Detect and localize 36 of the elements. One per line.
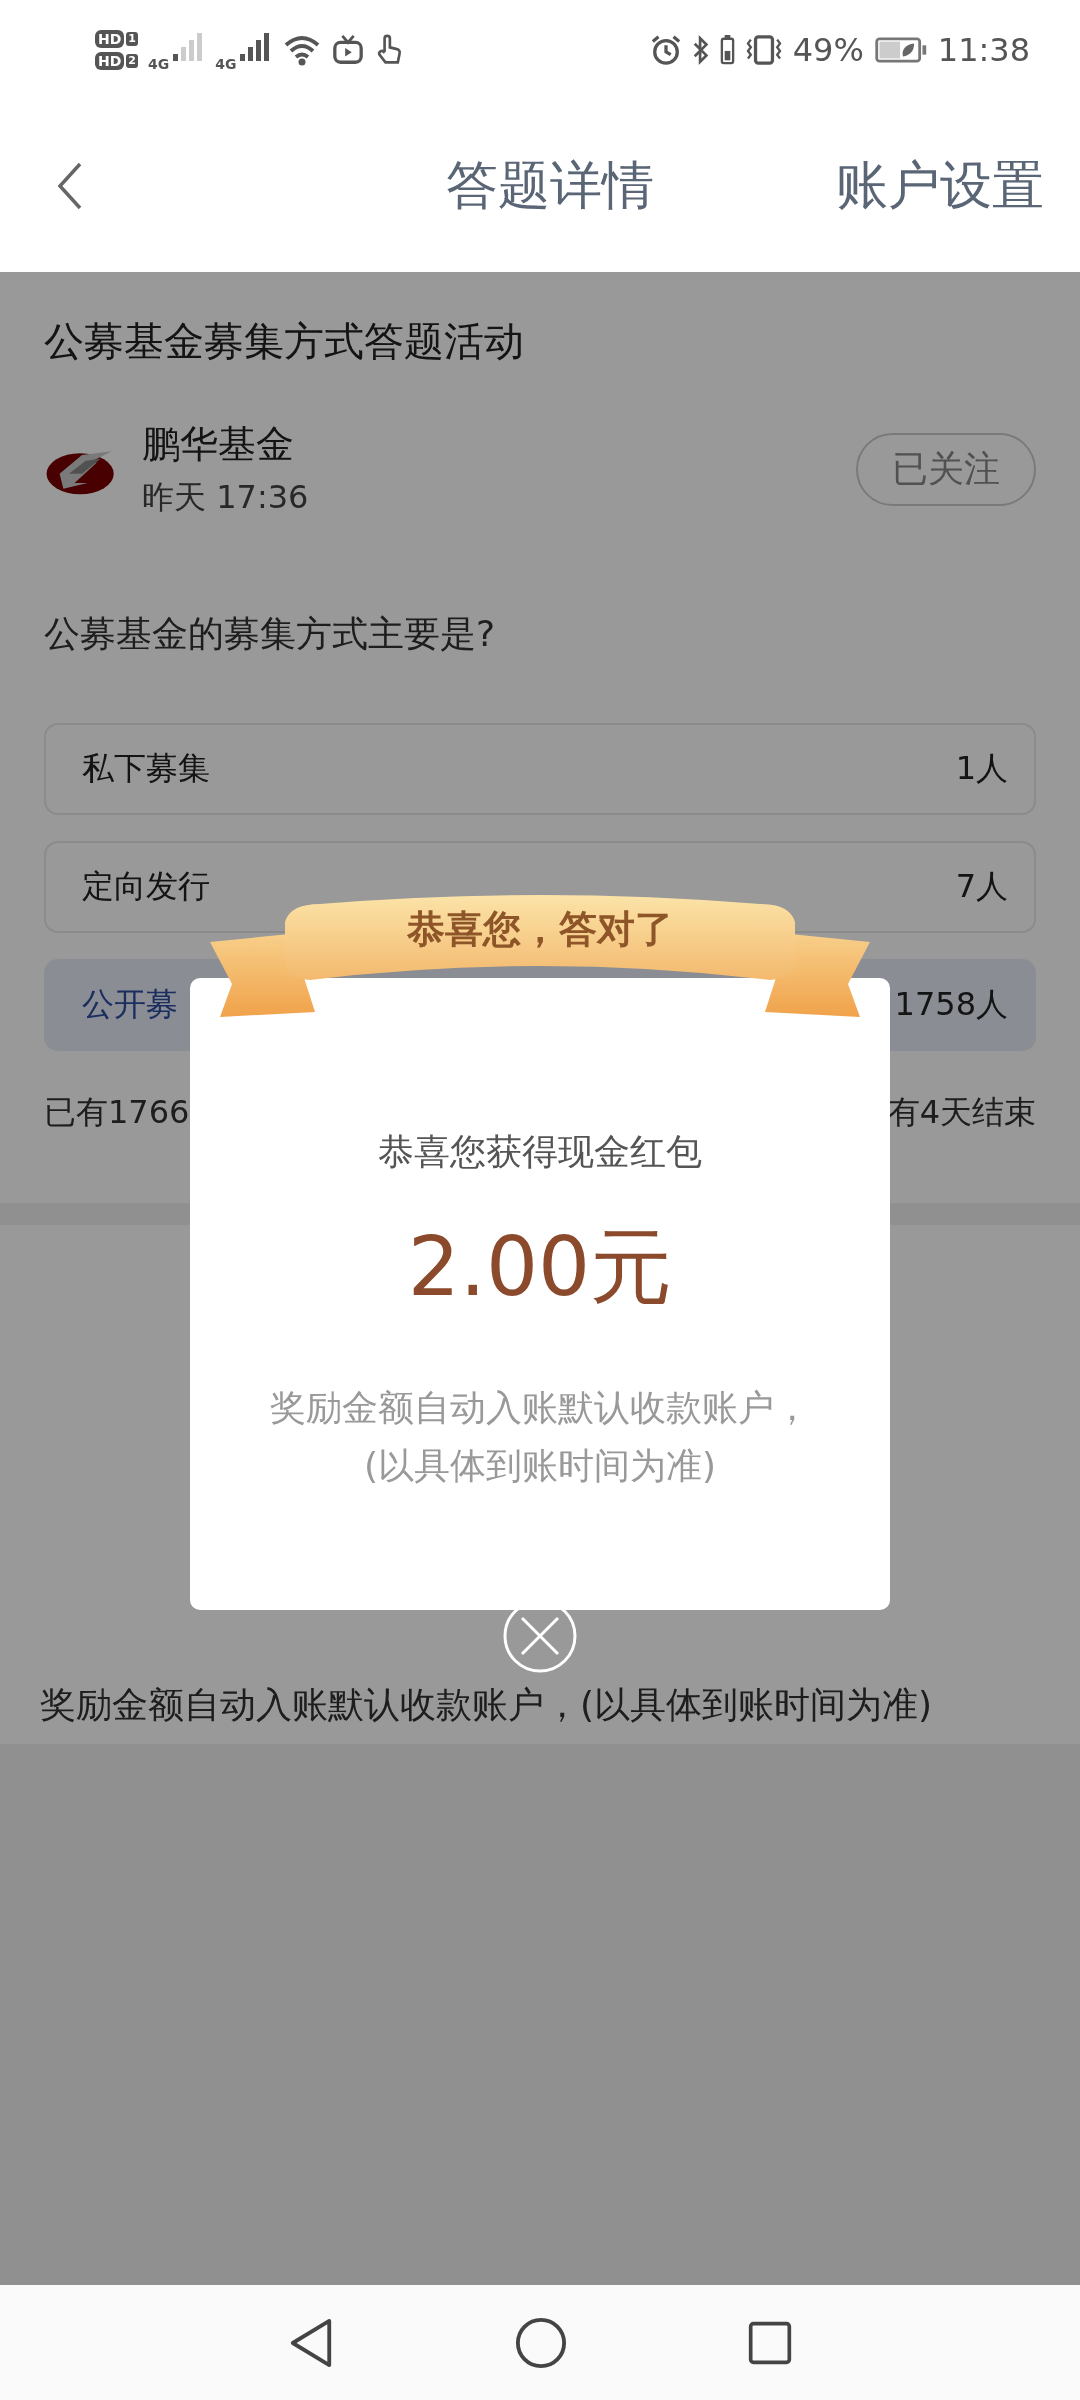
tv-icon <box>332 34 365 66</box>
stats-text: 已有1766 <box>44 1092 190 1133</box>
battery-icon <box>873 36 928 64</box>
question-text: 公募基金的募集方式主要是? <box>44 612 497 656</box>
clock-time: 11:38 <box>937 31 1030 69</box>
option-label: 定向发行 <box>82 866 210 907</box>
network-type: 4G <box>148 56 170 72</box>
option-label: 私下募集 <box>82 748 210 789</box>
publish-time: 昨天 17:36 <box>142 477 310 518</box>
sim-label: HD <box>95 52 125 70</box>
reward-title: 恭喜您获得现金红包 <box>377 1130 703 1174</box>
account-settings-link[interactable]: 账户设置 <box>836 151 1044 221</box>
sim-slot: 2 <box>126 54 138 68</box>
vote-count: 1758人 <box>894 984 1008 1025</box>
deadline-text: 有4天结束 <box>887 1092 1036 1133</box>
vibrate-icon <box>744 34 783 66</box>
publisher-name: 鹏华基金 <box>142 421 295 468</box>
activity-title: 公募基金募集方式答题活动 <box>44 317 525 366</box>
recent-apps-icon[interactable] <box>747 2319 793 2366</box>
option-label: 公开募 <box>82 984 178 1025</box>
vote-count: 1人 <box>955 748 1008 789</box>
reward-note: 奖励金额自动入账默认收款账户， <box>269 1386 811 1430</box>
home-icon[interactable] <box>515 2316 567 2369</box>
notice-text: 奖励金额自动入账默认收款账户，(以具体到账时间为准) <box>40 1683 933 1727</box>
alarm-icon <box>649 34 682 66</box>
network-type: 4G <box>215 56 237 72</box>
bluetooth-icon <box>691 34 710 66</box>
sim-slot: 1 <box>126 32 138 46</box>
battery-percent: 49% <box>792 31 864 69</box>
page-title: 答题详情 <box>445 154 654 217</box>
reward-amount: 2.00元 <box>406 1218 674 1316</box>
vote-count: 7人 <box>955 866 1008 907</box>
battery-small-icon <box>719 34 735 66</box>
reward-note: (以具体到账时间为准) <box>362 1444 718 1488</box>
sim-label: HD <box>95 30 125 48</box>
answer-option[interactable]: 私下募集 1人 <box>44 723 1036 815</box>
